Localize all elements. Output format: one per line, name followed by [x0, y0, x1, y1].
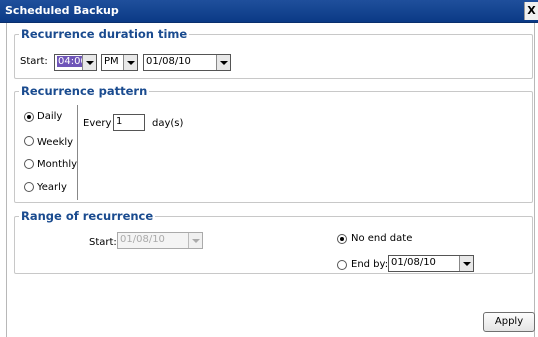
- date-dropdown-icon[interactable]: [216, 55, 230, 70]
- monthly-label[interactable]: Monthly: [37, 159, 77, 170]
- no-end-date-label[interactable]: No end date: [351, 233, 412, 244]
- weekly-label[interactable]: Weekly: [37, 137, 73, 148]
- title-bar: Scheduled Backup X: [0, 0, 538, 23]
- daily-radio[interactable]: [24, 112, 34, 122]
- monthly-radio[interactable]: [24, 159, 34, 169]
- no-end-date-radio[interactable]: [337, 234, 347, 244]
- every-input[interactable]: 1: [113, 114, 145, 131]
- end-by-value: 01/08/10: [391, 257, 436, 268]
- range-start-label: Start:: [89, 237, 117, 248]
- end-by-select[interactable]: 01/08/10: [388, 255, 474, 272]
- yearly-radio[interactable]: [24, 182, 34, 192]
- pattern-legend: Recurrence pattern: [21, 84, 148, 98]
- weekly-radio[interactable]: [24, 136, 34, 146]
- duration-legend: Recurrence duration time: [21, 27, 188, 41]
- ampm-dropdown-icon[interactable]: [123, 55, 137, 70]
- daily-label[interactable]: Daily: [37, 111, 62, 122]
- ampm-value: PM: [104, 56, 119, 67]
- every-label: Every: [83, 118, 112, 129]
- range-legend: Range of recurrence: [21, 209, 154, 223]
- window-title: Scheduled Backup: [5, 4, 119, 17]
- yearly-label[interactable]: Yearly: [37, 182, 67, 193]
- close-button[interactable]: X: [524, 2, 538, 20]
- range-start-value: 01/08/10: [120, 234, 165, 245]
- range-start-select: 01/08/10: [117, 232, 203, 249]
- every-value: 1: [116, 116, 123, 127]
- days-unit-label: day(s): [152, 118, 184, 129]
- window-left-border: [6, 23, 7, 337]
- time-dropdown-icon[interactable]: [82, 55, 96, 70]
- end-by-label[interactable]: End by:: [351, 259, 388, 270]
- date-value: 01/08/10: [146, 56, 191, 67]
- date-select[interactable]: 01/08/10: [143, 54, 231, 71]
- pattern-divider: [77, 105, 78, 200]
- duration-group: Recurrence duration time: [14, 27, 533, 79]
- range-start-dropdown-icon: [188, 233, 202, 248]
- ampm-select[interactable]: PM: [101, 54, 138, 71]
- apply-button[interactable]: Apply: [483, 312, 535, 332]
- pattern-group: Recurrence pattern: [14, 84, 533, 203]
- time-select[interactable]: 04:00: [54, 54, 97, 71]
- end-by-radio[interactable]: [337, 260, 347, 270]
- window-right-border: [534, 23, 535, 337]
- duration-start-label: Start:: [20, 56, 48, 67]
- end-by-dropdown-icon[interactable]: [459, 256, 473, 271]
